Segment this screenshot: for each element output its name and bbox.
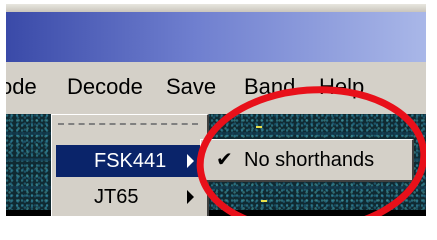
menu-band[interactable]: Band — [244, 74, 295, 100]
menu-item-label: No shorthands — [244, 149, 375, 171]
checkmark-icon: ✔ — [216, 149, 233, 171]
menu-decode[interactable]: Decode — [67, 74, 143, 100]
waterfall-marker — [261, 200, 267, 202]
menu-item-no-shorthands[interactable]: ✔ No shorthands — [204, 144, 408, 176]
fsk441-submenu: ✔ No shorthands — [200, 139, 414, 182]
menu-item-jt65[interactable]: JT65 — [56, 181, 204, 213]
submenu-arrow-icon — [187, 190, 194, 204]
menu-help[interactable]: Help — [319, 74, 364, 100]
menu-mode[interactable]: ode — [6, 74, 37, 100]
decode-dropdown-menu: FSK441 JT65 — [51, 114, 209, 222]
menu-item-fsk441[interactable]: FSK441 — [56, 145, 204, 177]
tearoff-line[interactable] — [58, 123, 198, 125]
menu-save[interactable]: Save — [166, 74, 216, 100]
title-bar — [6, 12, 426, 62]
menu-bar: ode Decode Save Band Help — [6, 62, 426, 114]
submenu-arrow-icon — [187, 154, 194, 168]
image-border — [426, 0, 437, 240]
menu-item-label: JT65 — [94, 186, 139, 208]
waterfall-marker — [256, 126, 262, 128]
image-border — [0, 216, 437, 240]
window-top-edge — [6, 4, 426, 12]
menu-item-label: FSK441 — [94, 150, 167, 172]
